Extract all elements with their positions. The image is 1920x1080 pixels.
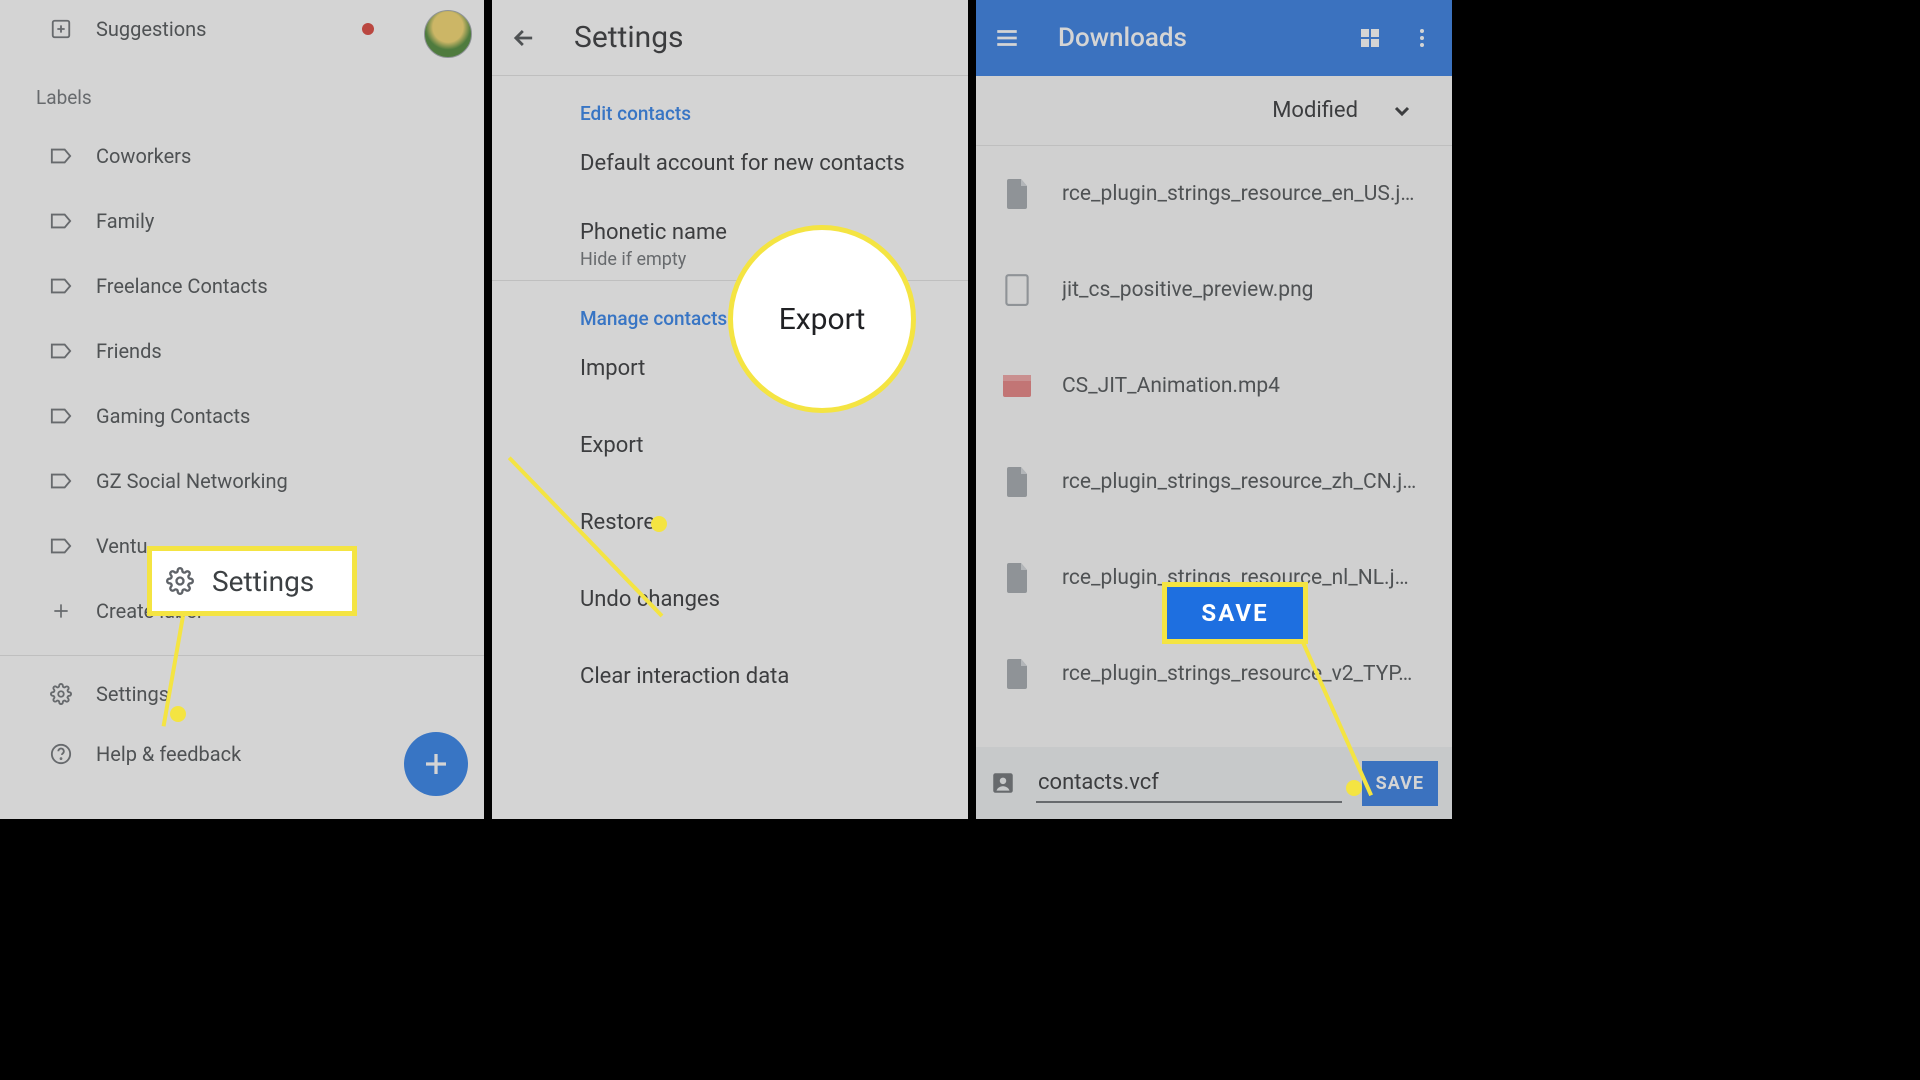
notification-dot-icon (362, 23, 374, 35)
downloads-title: Downloads (1058, 23, 1330, 53)
sidebar-item-label: GZ Social Networking (96, 469, 288, 493)
contact-icon (990, 770, 1016, 796)
avatar[interactable] (424, 10, 472, 58)
gear-icon (50, 683, 72, 705)
file-name: rce_plugin_strings_resource_en_US.j… (1062, 182, 1414, 206)
sidebar-item-suggestions[interactable]: Suggestions (0, 0, 484, 58)
callout-label: SAVE (1201, 599, 1268, 627)
divider (0, 655, 484, 656)
sidebar-label-item[interactable]: Coworkers (0, 123, 484, 188)
sidebar-label-item[interactable]: Friends (0, 318, 484, 383)
sidebar-item-label: Suggestions (96, 17, 206, 41)
sort-dropdown[interactable]: Modified (976, 76, 1452, 146)
contacts-sidebar-panel: Suggestions Labels Coworkers Family Freela… (0, 0, 484, 819)
help-icon (50, 743, 72, 765)
section-edit-contacts: Edit contacts (492, 76, 968, 125)
sidebar-item-label: Freelance Contacts (96, 274, 268, 298)
sidebar-item-label: Help & feedback (96, 742, 241, 766)
menu-icon[interactable] (994, 25, 1020, 51)
label-icon (50, 275, 72, 297)
save-button[interactable]: SAVE (1362, 761, 1438, 806)
file-name: rce_plugin_strings_resource_v2_TYP… (1062, 662, 1412, 686)
sidebar-label-item[interactable]: Gaming Contacts (0, 383, 484, 448)
save-bar: SAVE (976, 747, 1452, 819)
setting-restore[interactable]: Restore (492, 484, 968, 561)
plus-icon (50, 600, 72, 622)
setting-label: Phonetic name (580, 220, 727, 245)
file-row[interactable]: jit_cs_positive_preview.png (976, 242, 1452, 338)
labels-heading: Labels (0, 58, 484, 123)
setting-default-account[interactable]: Default account for new contacts (492, 125, 968, 202)
sidebar-item-label: Friends (96, 339, 162, 363)
sidebar-item-label: Settings (96, 682, 169, 706)
sidebar-item-label: Gaming Contacts (96, 404, 250, 428)
file-icon (1002, 656, 1032, 692)
suggestions-icon (50, 18, 72, 40)
sidebar-item-label: Ventu (96, 534, 148, 558)
file-row[interactable]: rce_plugin_strings_resource_zh_CN.j… (976, 434, 1452, 530)
callout-anchor-dot (170, 706, 186, 722)
setting-undo-changes[interactable]: Undo changes (492, 561, 968, 638)
file-icon (1002, 368, 1032, 404)
file-icon (1002, 560, 1032, 596)
downloads-panel: Downloads Modified rce_plugin_strings_re… (976, 0, 1452, 819)
callout-settings: Settings (147, 546, 357, 616)
setting-export[interactable]: Export (492, 407, 968, 484)
back-icon[interactable] (510, 24, 538, 52)
file-row[interactable]: CS_JIT_Animation.mp4 (976, 338, 1452, 434)
label-icon (50, 210, 72, 232)
filename-input[interactable] (1036, 764, 1342, 803)
label-icon (50, 405, 72, 427)
sidebar-label-item[interactable]: GZ Social Networking (0, 448, 484, 513)
callout-anchor-dot (1346, 780, 1362, 796)
settings-title: Settings (574, 20, 684, 55)
callout-label: Export (779, 302, 866, 337)
setting-clear-interaction-data[interactable]: Clear interaction data (492, 638, 968, 715)
label-icon (50, 535, 72, 557)
file-icon (1002, 272, 1032, 308)
sidebar-item-settings[interactable]: Settings (0, 664, 484, 724)
sidebar-item-label: Family (96, 209, 154, 233)
gear-icon (166, 567, 194, 595)
grid-view-icon[interactable] (1358, 26, 1382, 50)
sidebar-label-item[interactable]: Freelance Contacts (0, 253, 484, 318)
label-icon (50, 145, 72, 167)
callout-save: SAVE (1162, 582, 1308, 644)
settings-header: Settings (492, 0, 968, 76)
sort-label: Modified (1272, 98, 1358, 123)
file-name: jit_cs_positive_preview.png (1062, 278, 1313, 302)
chevron-down-icon (1390, 99, 1414, 123)
sidebar-label-item[interactable]: Family (0, 188, 484, 253)
sidebar-item-label: Coworkers (96, 144, 191, 168)
file-icon (1002, 176, 1032, 212)
downloads-appbar: Downloads (976, 0, 1452, 76)
more-icon[interactable] (1410, 26, 1434, 50)
label-icon (50, 470, 72, 492)
fab-add-contact[interactable] (404, 732, 468, 796)
callout-export: Export (728, 225, 916, 413)
label-icon (50, 340, 72, 362)
file-name: CS_JIT_Animation.mp4 (1062, 374, 1280, 398)
callout-label: Settings (212, 565, 314, 598)
file-name: rce_plugin_strings_resource_zh_CN.j… (1062, 470, 1416, 494)
callout-anchor-dot (651, 516, 667, 532)
settings-panel: Settings Edit contacts Default account f… (492, 0, 968, 819)
file-icon (1002, 464, 1032, 500)
file-row[interactable]: rce_plugin_strings_resource_en_US.j… (976, 146, 1452, 242)
